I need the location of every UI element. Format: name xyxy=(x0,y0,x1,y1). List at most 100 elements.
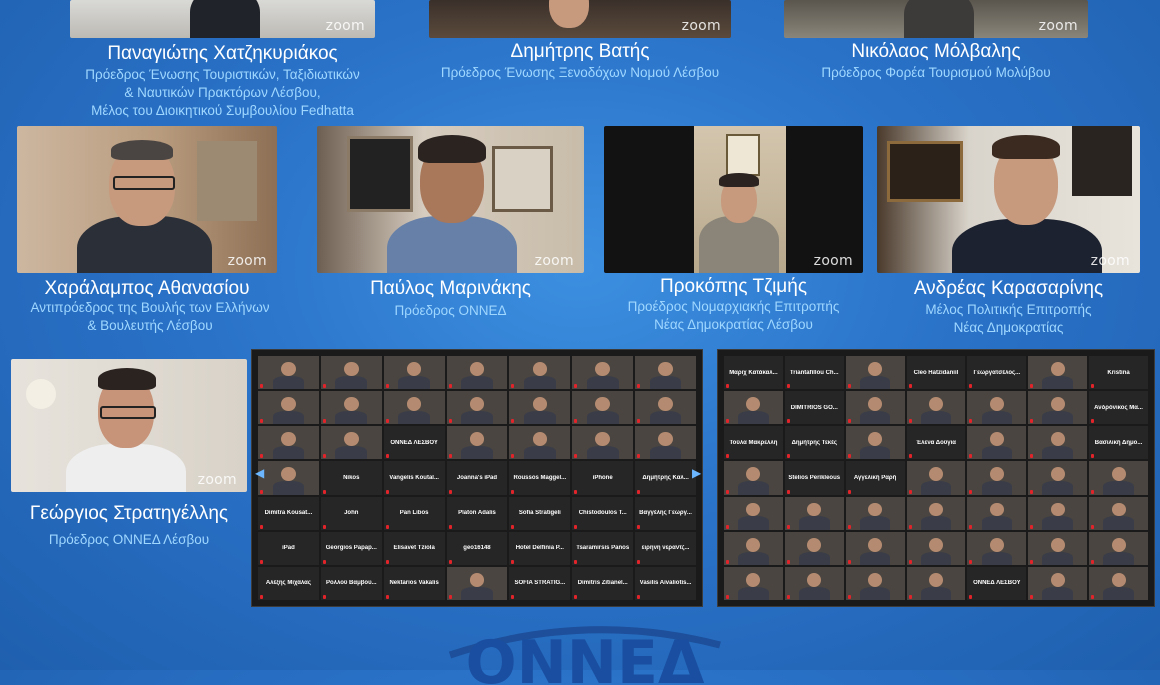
participant-tile[interactable] xyxy=(845,531,905,565)
participant-tile[interactable] xyxy=(845,566,905,600)
participant-tile[interactable] xyxy=(509,356,571,390)
participant-tile[interactable]: Βασιλική Δημο... xyxy=(1089,426,1148,460)
participant-tile[interactable]: Vangelis Koutal... xyxy=(383,461,445,495)
participant-tile[interactable]: Vasilis Aivaliotis... xyxy=(635,566,696,600)
participant-tile[interactable]: ΟΝΝΕΔ ΛΕΣΒΟΥ xyxy=(967,566,1027,600)
participant-tile[interactable]: Roussos Maggel... xyxy=(509,461,571,495)
participant-tile[interactable]: Chistodoulos T... xyxy=(572,496,634,530)
participant-tile[interactable]: Nektarios Vakalis xyxy=(383,566,445,600)
participant-tile[interactable] xyxy=(320,426,382,460)
participant-tile[interactable] xyxy=(1089,531,1148,565)
participant-tile[interactable]: Cleo Hatzidaniil xyxy=(906,356,966,390)
participant-tile[interactable]: Μαριχ Κατάκαλ... xyxy=(724,356,783,390)
participant-tile[interactable] xyxy=(509,426,571,460)
participant-tile[interactable] xyxy=(784,496,844,530)
participant-tile[interactable]: iPhone xyxy=(572,461,634,495)
participant-tile[interactable] xyxy=(635,356,696,390)
participant-tile[interactable] xyxy=(724,531,783,565)
video-tile-molvalis[interactable]: zoom xyxy=(784,0,1088,38)
participant-tile[interactable]: Elisavet Tziola xyxy=(383,531,445,565)
participant-tile[interactable]: Tsaramirsis Panos xyxy=(572,531,634,565)
participant-tile[interactable] xyxy=(967,426,1027,460)
participant-tile[interactable] xyxy=(1028,391,1088,425)
participant-tile[interactable] xyxy=(1028,496,1088,530)
video-tile-stratigellis[interactable]: zoom xyxy=(11,359,247,492)
participant-tile[interactable]: Georgios Papap... xyxy=(320,531,382,565)
participant-tile[interactable] xyxy=(784,566,844,600)
participant-tile[interactable]: Δημήτρης Καλ... xyxy=(635,461,696,495)
participant-tile[interactable] xyxy=(320,391,382,425)
participant-tile[interactable]: Sofia Stratigeli xyxy=(509,496,571,530)
participant-tile[interactable]: Kristina xyxy=(1089,356,1148,390)
participant-tile[interactable]: Dimitra Kousat... xyxy=(258,496,319,530)
participant-tile[interactable] xyxy=(967,391,1027,425)
gallery-next-arrow-icon[interactable]: ▶ xyxy=(692,466,701,480)
participant-tile[interactable] xyxy=(1028,426,1088,460)
participant-tile[interactable] xyxy=(1028,461,1088,495)
participant-tile[interactable] xyxy=(446,391,508,425)
participant-tile[interactable] xyxy=(446,356,508,390)
participant-tile[interactable] xyxy=(383,391,445,425)
participant-tile[interactable] xyxy=(724,461,783,495)
participant-tile[interactable]: Hotel Delfinia P... xyxy=(509,531,571,565)
participant-tile[interactable]: Ρολλού Βαμβου... xyxy=(320,566,382,600)
participant-tile[interactable]: Dimitris Zitianel... xyxy=(572,566,634,600)
participant-tile[interactable]: Δημήτρης Τεκές xyxy=(784,426,844,460)
gallery-prev-arrow-icon[interactable]: ◀ xyxy=(255,466,264,480)
participant-tile[interactable] xyxy=(320,356,382,390)
participant-tile[interactable] xyxy=(1089,461,1148,495)
participant-tile[interactable]: Triantafillou Ch... xyxy=(784,356,844,390)
participant-tile[interactable] xyxy=(845,391,905,425)
video-tile-athanasiou[interactable]: zoom xyxy=(17,126,277,273)
participant-tile[interactable] xyxy=(509,391,571,425)
video-tile-marinakis[interactable]: zoom xyxy=(317,126,584,273)
participant-tile[interactable]: Platon Adalis xyxy=(446,496,508,530)
participant-tile[interactable]: Stelios Perikleous xyxy=(784,461,844,495)
participant-tile[interactable]: Βαγγέλης Γεωργ... xyxy=(635,496,696,530)
participant-tile[interactable] xyxy=(845,496,905,530)
participant-tile[interactable] xyxy=(845,426,905,460)
participant-tile[interactable] xyxy=(906,461,966,495)
participant-tile[interactable]: SOFIA STRATIG... xyxy=(509,566,571,600)
participant-tile[interactable]: Γεωργατσέλος... xyxy=(967,356,1027,390)
participant-tile[interactable] xyxy=(572,426,634,460)
participant-tile[interactable] xyxy=(906,496,966,530)
video-tile-vatis[interactable]: zoom xyxy=(429,0,731,38)
participant-tile[interactable]: ΟΝΝΕΔ ΛΕΣΒΟΥ xyxy=(383,426,445,460)
participant-tile[interactable] xyxy=(258,461,319,495)
participant-tile[interactable] xyxy=(635,426,696,460)
participant-tile[interactable]: Τούλα Μακρελλη xyxy=(724,426,783,460)
video-tile-tzimis[interactable]: zoom xyxy=(604,126,863,273)
participant-tile[interactable]: Pan Libos xyxy=(383,496,445,530)
participant-tile[interactable] xyxy=(1089,566,1148,600)
participant-tile[interactable]: Ανδρόνικος Μα... xyxy=(1089,391,1148,425)
participant-tile[interactable] xyxy=(906,391,966,425)
participant-tile[interactable]: Nikos xyxy=(320,461,382,495)
video-tile-karasarinis[interactable]: zoom xyxy=(877,126,1140,273)
video-tile-chatzikyriakos[interactable]: zoom xyxy=(70,0,375,38)
participant-tile[interactable] xyxy=(906,531,966,565)
participant-tile[interactable]: Αλέξης Μιχάλας xyxy=(258,566,319,600)
participant-tile[interactable] xyxy=(635,391,696,425)
participant-tile[interactable] xyxy=(1028,566,1088,600)
participant-tile[interactable] xyxy=(967,461,1027,495)
participant-tile[interactable] xyxy=(724,566,783,600)
participant-tile[interactable] xyxy=(258,426,319,460)
participant-tile[interactable]: iPad xyxy=(258,531,319,565)
participant-tile[interactable] xyxy=(967,531,1027,565)
participant-tile[interactable] xyxy=(845,356,905,390)
participant-tile[interactable] xyxy=(446,426,508,460)
participant-tile[interactable] xyxy=(383,356,445,390)
participant-tile[interactable] xyxy=(784,531,844,565)
participant-tile[interactable]: Έλενα Δούγια xyxy=(906,426,966,460)
participant-tile[interactable] xyxy=(258,356,319,390)
participant-tile[interactable] xyxy=(446,566,508,600)
participant-tile[interactable]: Joanna's iPad xyxy=(446,461,508,495)
participant-tile[interactable] xyxy=(572,356,634,390)
participant-tile[interactable]: John xyxy=(320,496,382,530)
participant-tile[interactable]: DIMITRIOS GO... xyxy=(784,391,844,425)
participant-tile[interactable] xyxy=(258,391,319,425)
participant-tile[interactable] xyxy=(572,391,634,425)
participant-tile[interactable] xyxy=(1028,531,1088,565)
participant-tile[interactable] xyxy=(724,391,783,425)
